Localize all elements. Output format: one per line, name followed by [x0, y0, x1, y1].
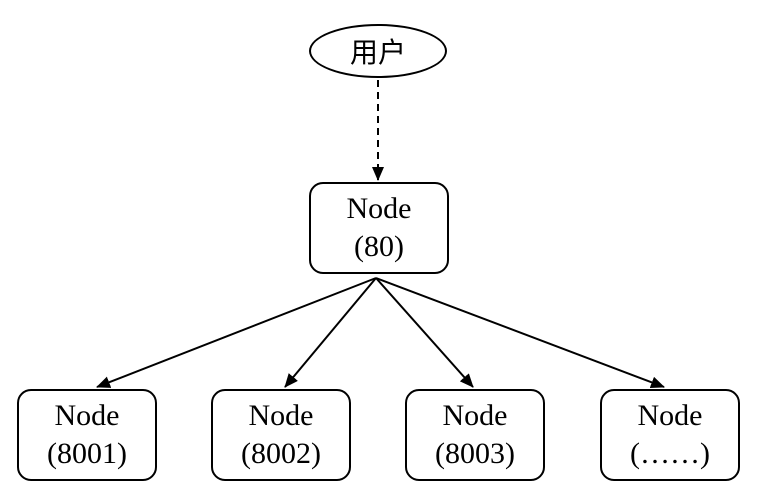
node-8002-name: Node [248, 399, 314, 432]
node-more-name: Node [637, 399, 703, 432]
node-box-more: Node (……) [600, 389, 740, 481]
diagram-canvas: 用户 Node (80) Node (8001) Node (8002) Nod… [0, 0, 760, 490]
arrow-root-to-node-more [375, 277, 665, 389]
user-label: 用户 [349, 36, 406, 69]
arrow-root-to-node-8002 [284, 277, 377, 388]
node-8002-port: (8002) [241, 437, 321, 470]
node-root-name: Node [346, 192, 412, 225]
arrow-root-to-node-8003 [375, 277, 474, 388]
arrow-root-to-node-8001 [96, 277, 377, 388]
node-box-8001: Node (8001) [17, 389, 157, 481]
node-8003-port: (8003) [435, 437, 515, 470]
user-ellipse: 用户 [309, 24, 447, 78]
node-box-8003: Node (8003) [405, 389, 545, 481]
node-box-root: Node (80) [309, 182, 449, 274]
node-more-port: (……) [630, 437, 710, 470]
node-root-port: (80) [354, 230, 404, 263]
node-8001-port: (8001) [47, 437, 127, 470]
node-8003-name: Node [442, 399, 508, 432]
node-box-8002: Node (8002) [211, 389, 351, 481]
node-8001-name: Node [54, 399, 120, 432]
